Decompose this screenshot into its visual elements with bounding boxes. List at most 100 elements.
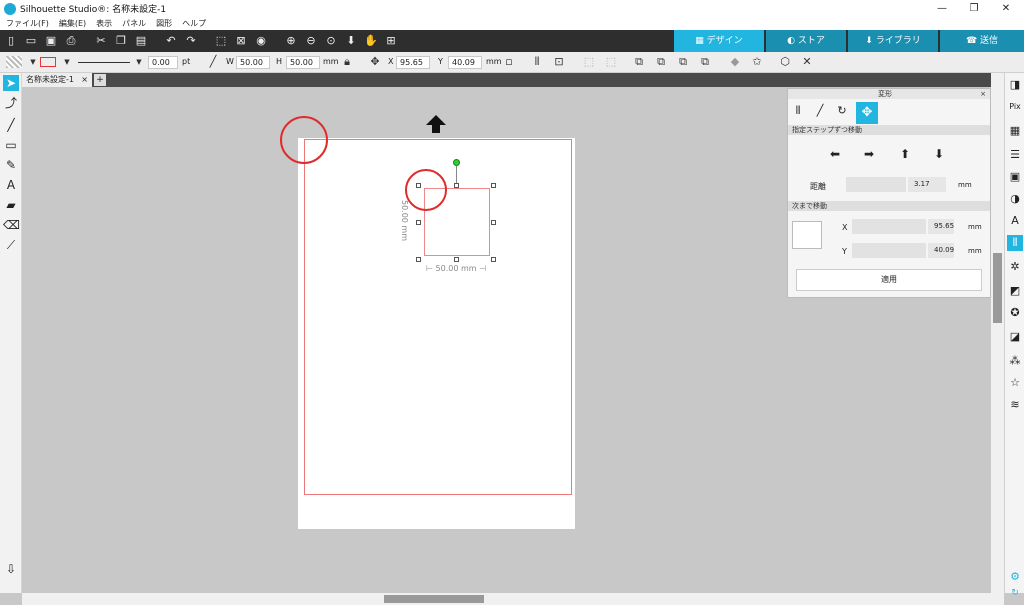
fill-panel-icon[interactable]: ▣ (1007, 169, 1023, 185)
refresh-icon[interactable]: ↻ (1007, 585, 1023, 601)
sketch-panel-icon[interactable]: ⁂ (1007, 353, 1023, 369)
rectangle-icon[interactable]: ▭ (3, 137, 19, 153)
anchor-selector[interactable] (792, 221, 822, 249)
group-icon[interactable]: ⬚ (582, 55, 596, 69)
grid-lines-icon[interactable]: ▦ (1007, 123, 1023, 139)
tab-store[interactable]: ◐ ストア (766, 30, 846, 52)
transform-panel-icon[interactable]: ⫴ (1007, 235, 1023, 251)
paste-icon[interactable]: ▤ (134, 34, 148, 48)
offset-star-icon[interactable]: ✩ (750, 55, 764, 69)
zoom-in-icon[interactable]: ⊕ (284, 34, 298, 48)
select-arrow-icon[interactable]: ➤ (3, 75, 19, 91)
cut-icon[interactable]: ✂ (94, 34, 108, 48)
save-icon[interactable]: ▣ (44, 34, 58, 48)
close-tab-button[interactable]: × (81, 73, 88, 87)
zoom-fit-icon[interactable]: ⬇ (344, 34, 358, 48)
page-up-arrow-icon[interactable] (426, 115, 446, 133)
apply-button[interactable]: 適用 (796, 269, 982, 291)
document-tab[interactable]: 名称未設定-1 × (22, 73, 92, 87)
vertical-scroll-thumb[interactable] (993, 253, 1002, 323)
import-icon[interactable]: ⇩ (3, 561, 19, 577)
move-y-input[interactable]: 40.09 (928, 243, 954, 258)
star-panel-icon[interactable]: ☆ (1007, 375, 1023, 391)
line-style-preview[interactable] (78, 62, 130, 63)
offset-panel-icon[interactable]: ✪ (1007, 305, 1023, 321)
chevron-down-icon[interactable]: ▼ (26, 55, 40, 69)
close-button[interactable]: ✕ (990, 0, 1022, 17)
height-input[interactable]: 50.00 (286, 56, 320, 69)
deselect-icon[interactable]: ⊠ (234, 34, 248, 48)
modify-panel-icon[interactable]: ◩ (1007, 283, 1023, 299)
rotate-tab-icon[interactable]: ↻ (834, 102, 850, 120)
text-icon[interactable]: A (3, 177, 19, 193)
send-to-back-icon[interactable]: ⧉ (654, 55, 668, 69)
move-x-input[interactable]: 95.65 (928, 219, 954, 234)
resize-handle-bottom-left[interactable] (416, 257, 421, 262)
center-icon[interactable]: ⊡ (552, 55, 566, 69)
move-right-arrow-icon[interactable]: ➡ (864, 147, 874, 161)
resize-handle-left[interactable] (416, 220, 421, 225)
text-panel-icon[interactable]: A (1007, 213, 1023, 229)
open-folder-icon[interactable]: ▭ (24, 34, 38, 48)
redo-icon[interactable]: ↷ (184, 34, 198, 48)
new-document-icon[interactable]: ▯ (4, 34, 18, 48)
send-backward-icon[interactable]: ⧉ (698, 55, 712, 69)
horizontal-scroll-thumb[interactable] (384, 595, 484, 603)
menu-view[interactable]: 表示 (96, 18, 112, 29)
page-setup-icon[interactable]: ◨ (1007, 77, 1023, 93)
resize-handle-right[interactable] (491, 220, 496, 225)
menu-panel[interactable]: パネル (122, 18, 146, 29)
move-tab-icon[interactable]: ✥ (856, 102, 878, 124)
trace-panel-icon[interactable]: ◪ (1007, 329, 1023, 345)
menu-shape[interactable]: 図形 (156, 18, 172, 29)
print-icon[interactable]: ⎙ (64, 34, 78, 48)
move-up-arrow-icon[interactable]: ⬆ (900, 147, 910, 161)
tab-design[interactable]: ▦ デザイン (674, 30, 764, 52)
point-edit-icon[interactable]: ⤴ (3, 95, 19, 111)
undo-icon[interactable]: ↶ (164, 34, 178, 48)
move-x-slider[interactable] (852, 219, 926, 234)
line-color-swatch-icon[interactable] (40, 57, 56, 67)
tab-send[interactable]: ☎ 送信 (940, 30, 1024, 52)
chevron-down-icon[interactable]: ▼ (132, 55, 146, 69)
line-draw-icon[interactable]: ╱ (3, 117, 19, 133)
tab-library[interactable]: ⬇ ライブラリ (848, 30, 938, 52)
ungroup-icon[interactable]: ⬚ (604, 55, 618, 69)
width-input[interactable]: 50.00 (236, 56, 270, 69)
maximize-button[interactable]: ❐ (958, 0, 990, 17)
copy-icon[interactable]: ❐ (114, 34, 128, 48)
fill-swatch-icon[interactable] (6, 56, 22, 68)
line-style-icon[interactable]: ☰ (1007, 147, 1023, 163)
eraser-icon[interactable]: ⌫ (3, 217, 20, 233)
bring-forward-icon[interactable]: ⧉ (676, 55, 690, 69)
align-tab-icon[interactable]: ⫴ (790, 102, 806, 120)
move-y-slider[interactable] (852, 243, 926, 258)
rotation-handle[interactable] (453, 159, 460, 166)
distance-slider[interactable] (846, 177, 906, 192)
move-down-arrow-icon[interactable]: ⬇ (934, 147, 944, 161)
minimize-button[interactable]: — (926, 0, 958, 17)
move-left-arrow-icon[interactable]: ⬅ (830, 147, 840, 161)
zoom-out-icon[interactable]: ⊖ (304, 34, 318, 48)
weld-icon[interactable]: ◆ (728, 55, 742, 69)
menu-file[interactable]: ファイル(F) (6, 18, 49, 29)
line-width-input[interactable]: 0.00 (148, 56, 178, 69)
anchor-point-icon[interactable]: ▫ (502, 55, 516, 69)
contrast-icon[interactable]: ◑ (1007, 191, 1023, 207)
knife-icon[interactable]: ⟋ (3, 237, 19, 253)
select-by-color-icon[interactable]: ◉ (254, 34, 268, 48)
replicate-panel-icon[interactable]: ✲ (1007, 259, 1023, 275)
stripes-panel-icon[interactable]: ≋ (1007, 397, 1023, 413)
pan-hand-icon[interactable]: ✋ (364, 34, 378, 48)
chevron-down-icon[interactable]: ▼ (60, 55, 74, 69)
resize-handle-top[interactable] (454, 183, 459, 188)
lock-icon[interactable]: 🔒︎ (340, 55, 354, 69)
zoom-box-icon[interactable]: ⊙ (324, 34, 338, 48)
delete-icon[interactable]: ✕ (800, 55, 814, 69)
bring-to-front-icon[interactable]: ⧉ (632, 55, 646, 69)
y-input[interactable]: 40.09 (448, 56, 482, 69)
menu-edit[interactable]: 編集(E) (59, 18, 86, 29)
pencil-icon[interactable]: ✎ (3, 157, 19, 173)
add-tab-button[interactable]: + (94, 74, 106, 86)
fit-page-icon[interactable]: ⊞ (384, 34, 398, 48)
